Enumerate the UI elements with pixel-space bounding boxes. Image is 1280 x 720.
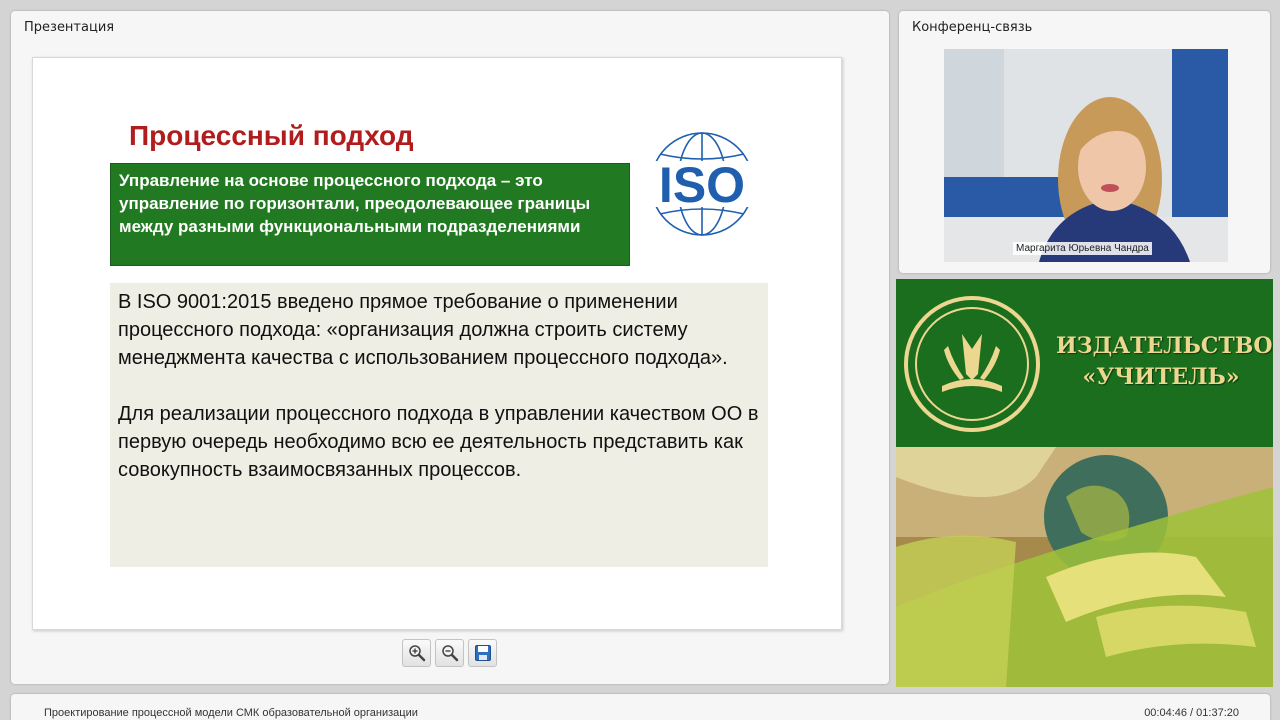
zoom-out-icon xyxy=(441,645,458,662)
zoom-out-button[interactable] xyxy=(435,639,464,667)
publisher-name-line1: ИЗДАТЕЛЬСТВО xyxy=(1056,333,1273,359)
books-globe-illustration xyxy=(896,447,1273,687)
zoom-in-button[interactable] xyxy=(402,639,431,667)
slide-title: Процессный подход xyxy=(129,120,414,151)
zoom-in-icon xyxy=(408,645,425,662)
iso-logo-text: ISO xyxy=(659,157,745,213)
slide-paragraph-1: В ISO 9001:2015 введено прямое требовани… xyxy=(118,291,728,369)
publisher-banner[interactable]: ИЗДАТЕЛЬСТВО «УЧИТЕЛЬ» xyxy=(896,279,1273,687)
definition-box: Управление на основе процессного подхода… xyxy=(110,163,630,266)
webinar-title: Проектирование процессной модели СМК обр… xyxy=(44,707,418,719)
slide-body: В ISO 9001:2015 введено прямое требовани… xyxy=(110,283,768,567)
slide-toolbar xyxy=(402,639,497,667)
playback-time: 00:04:46 / 01:37:20 xyxy=(1144,707,1239,719)
footer-bar: Проектирование процессной модели СМК обр… xyxy=(11,694,1270,720)
publisher-logo-icon xyxy=(904,296,1040,432)
conference-panel-title: Конференц-связь xyxy=(912,20,1033,35)
presentation-panel: Презентация Процессный подход Управление… xyxy=(11,11,889,684)
conference-panel: Конференц-связь Маргарита Юрьевна Чандра xyxy=(899,11,1270,273)
publisher-banner-image xyxy=(896,447,1273,687)
publisher-name: ИЗДАТЕЛЬСТВО «УЧИТЕЛЬ» xyxy=(1056,331,1273,393)
speaker-video-frame xyxy=(944,49,1228,262)
save-button[interactable] xyxy=(468,639,497,667)
speaker-name-label: Маргарита Юрьевна Чандра xyxy=(1013,242,1152,255)
slide: Процессный подход Управление на основе п… xyxy=(32,57,842,630)
slide-paragraph-2: Для реализации процессного подхода в упр… xyxy=(118,403,759,481)
iso-logo-icon: ISO xyxy=(636,132,768,236)
save-icon xyxy=(474,645,491,661)
publisher-banner-top: ИЗДАТЕЛЬСТВО «УЧИТЕЛЬ» xyxy=(896,279,1273,447)
presentation-panel-title: Презентация xyxy=(24,20,115,35)
publisher-name-line2: «УЧИТЕЛЬ» xyxy=(1082,364,1240,390)
speaker-video: Маргарита Юрьевна Чандра xyxy=(944,49,1228,262)
